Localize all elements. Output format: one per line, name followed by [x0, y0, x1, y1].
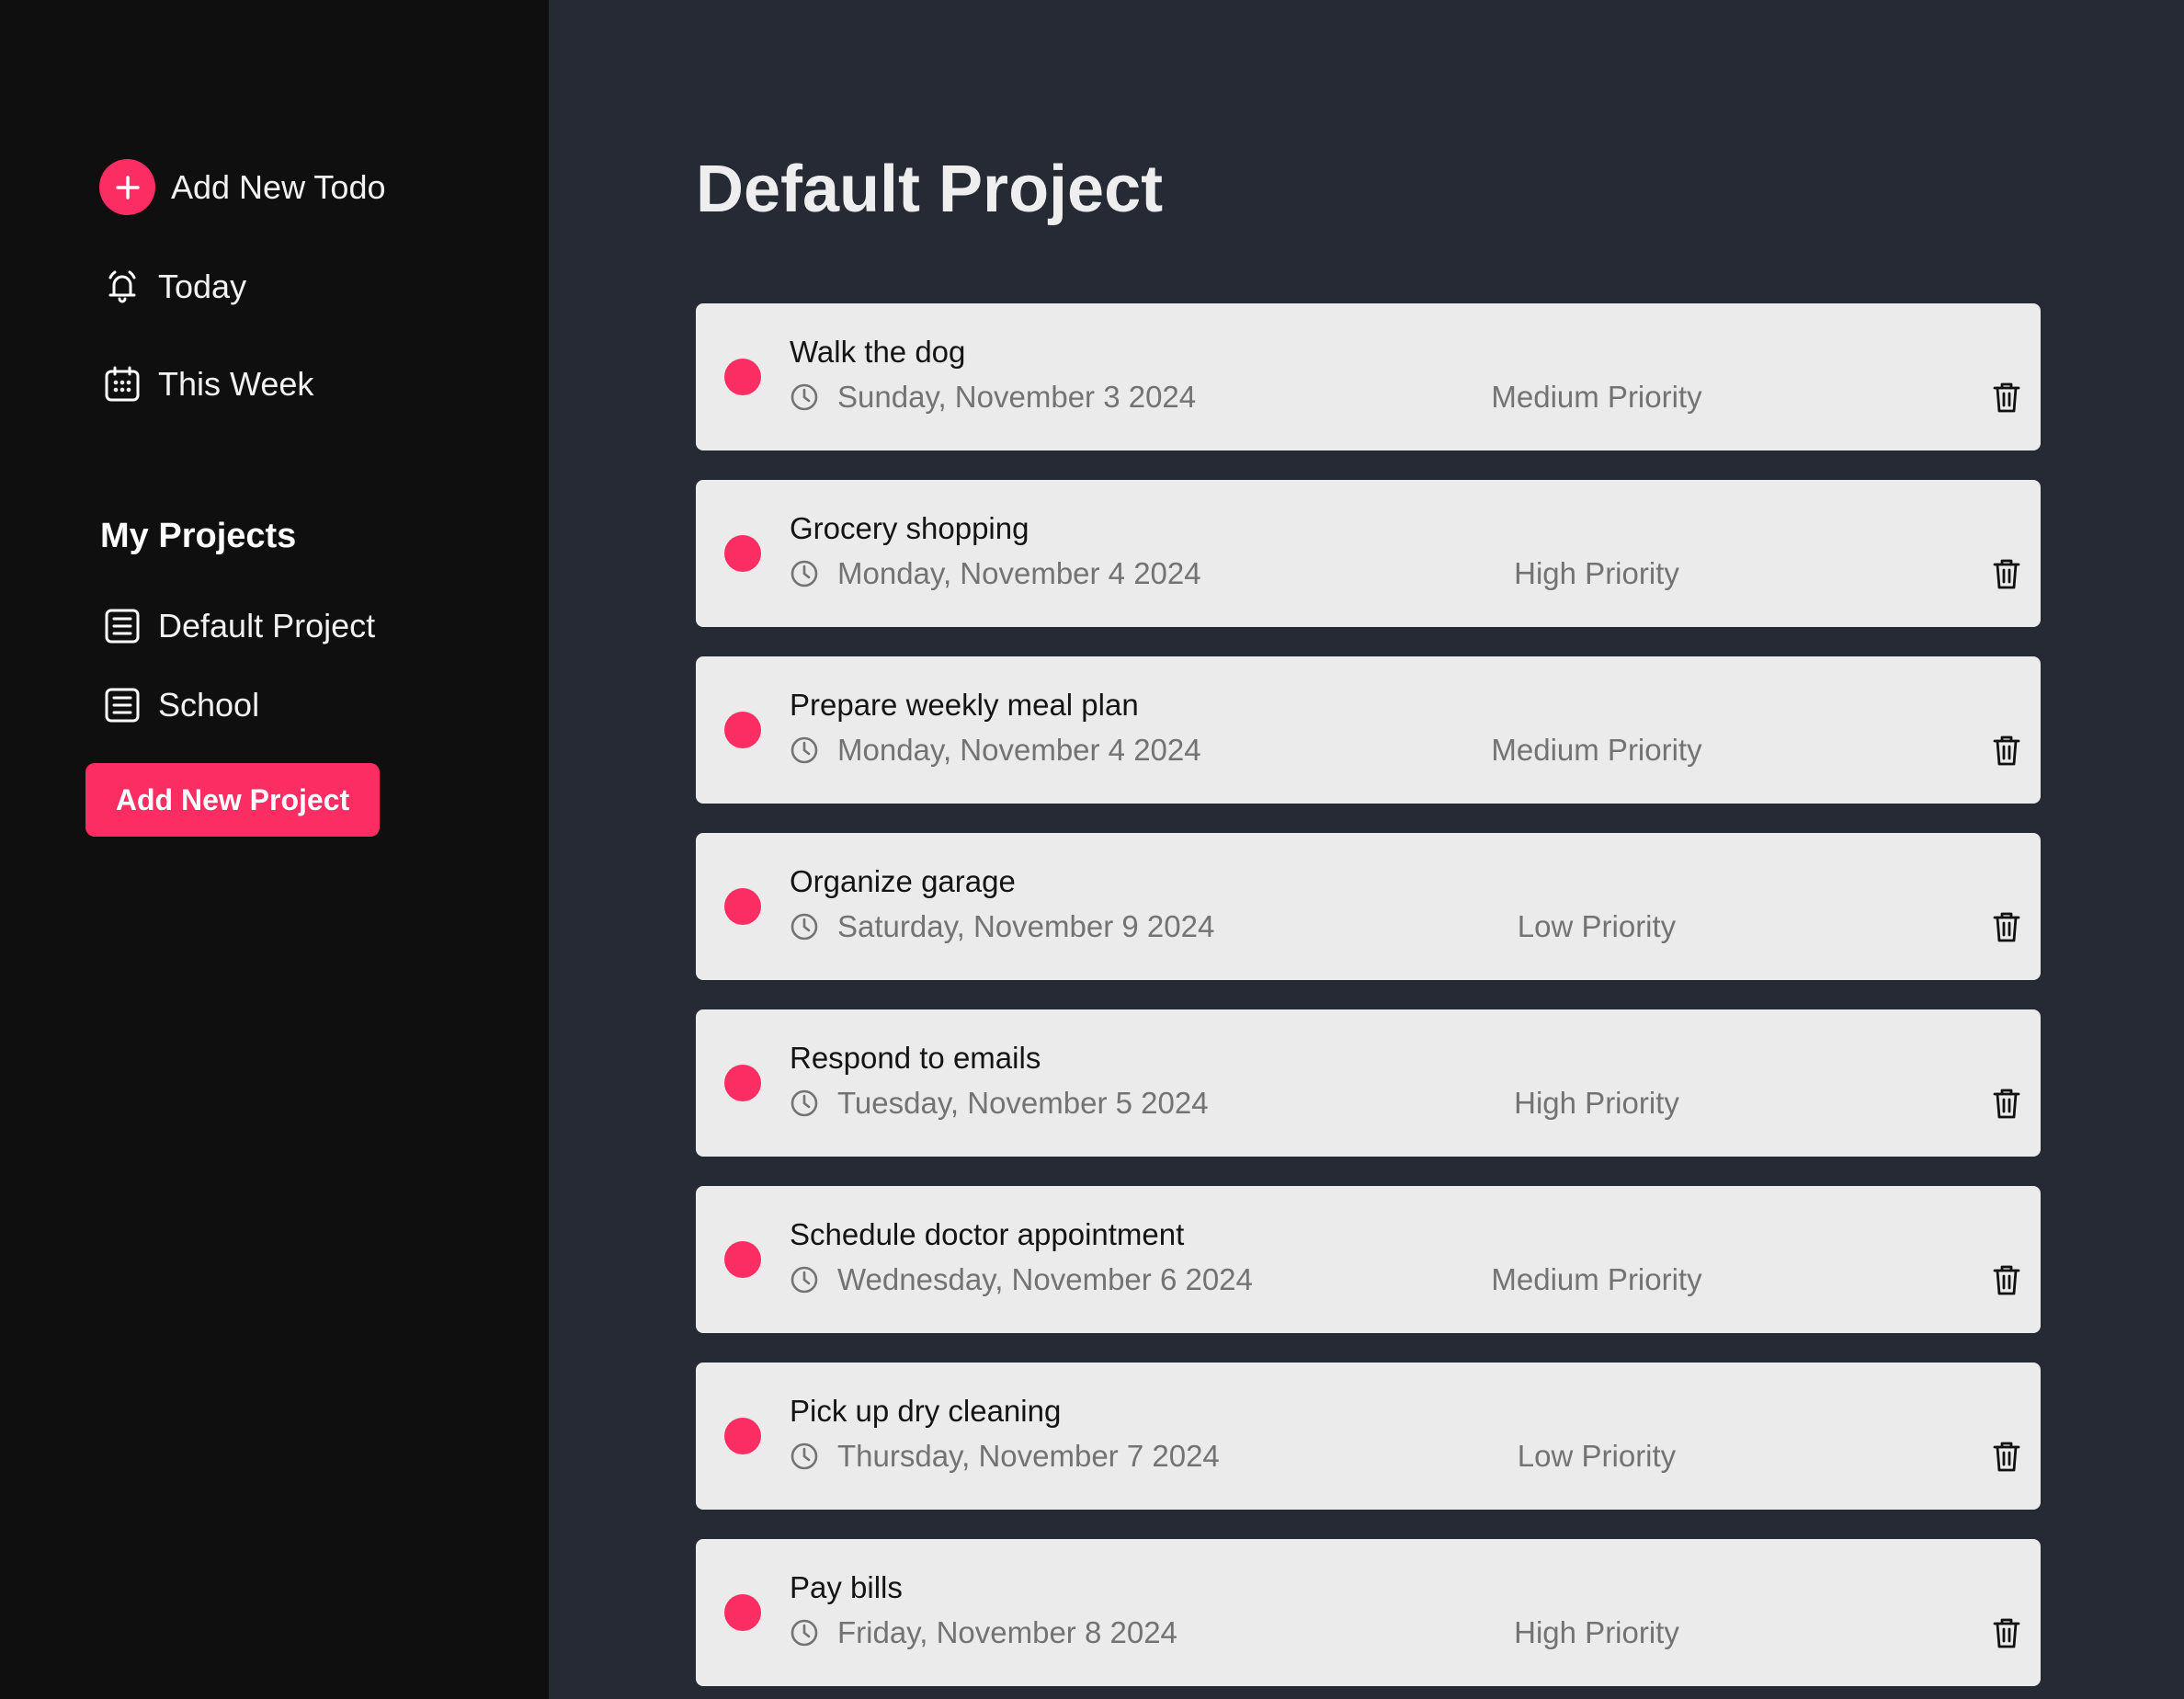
add-new-todo-button[interactable]: Add New Todo: [99, 159, 386, 215]
trash-icon[interactable]: [1992, 381, 2021, 414]
todo-priority: Medium Priority: [1491, 380, 1702, 414]
nav-today-label: Today: [158, 268, 247, 305]
trash-icon[interactable]: [1992, 1263, 2021, 1296]
clock-icon: [790, 1265, 819, 1294]
list-icon: [102, 685, 142, 725]
todo-priority: High Priority: [1514, 1086, 1679, 1120]
todo-list: Walk the dog Sunday, November 3 2024 Mediu…: [696, 303, 2041, 1699]
my-projects-heading: My Projects: [100, 517, 297, 555]
todo-item[interactable]: Organize garage Saturday, November 9 2024…: [696, 833, 2041, 980]
todo-title: Grocery shopping: [790, 511, 1029, 545]
todo-item[interactable]: Prepare weekly meal plan Monday, November…: [696, 656, 2041, 804]
todo-priority: Medium Priority: [1491, 733, 1702, 767]
complete-toggle[interactable]: [724, 535, 761, 572]
page-title: Default Project: [696, 153, 1164, 226]
complete-toggle[interactable]: [724, 1065, 761, 1101]
todo-title: Schedule doctor appointment: [790, 1217, 1185, 1251]
add-new-project-button[interactable]: Add New Project: [85, 763, 380, 837]
todo-priority: High Priority: [1514, 1615, 1679, 1649]
clock-icon: [790, 1618, 819, 1648]
clock-icon: [790, 559, 819, 588]
trash-icon[interactable]: [1992, 1616, 2021, 1649]
todo-item[interactable]: Walk the dog Sunday, November 3 2024 Mediu…: [696, 303, 2041, 450]
app-window: Add New Todo Today This Week My Projects…: [0, 0, 2184, 1699]
todo-priority: High Priority: [1514, 556, 1679, 590]
clock-icon: [790, 1442, 819, 1471]
todo-date: Wednesday, November 6 2024: [837, 1262, 1253, 1296]
sidebar: Add New Todo Today This Week My Projects…: [0, 0, 549, 1699]
todo-title: Organize garage: [790, 864, 1016, 898]
project-item-school[interactable]: School: [102, 685, 259, 725]
todo-date: Tuesday, November 5 2024: [837, 1086, 1209, 1120]
trash-icon[interactable]: [1992, 1087, 2021, 1120]
nav-today[interactable]: Today: [102, 267, 246, 307]
todo-priority: Low Priority: [1517, 909, 1677, 943]
todo-date: Saturday, November 9 2024: [837, 909, 1215, 943]
complete-toggle[interactable]: [724, 1418, 761, 1454]
todo-date: Thursday, November 7 2024: [837, 1439, 1220, 1473]
todo-date: Sunday, November 3 2024: [837, 380, 1197, 414]
complete-toggle[interactable]: [724, 1594, 761, 1631]
trash-icon[interactable]: [1992, 1440, 2021, 1473]
clock-icon: [790, 912, 819, 941]
todo-priority: Medium Priority: [1491, 1262, 1702, 1296]
project-item-label: School: [158, 686, 260, 724]
complete-toggle[interactable]: [724, 359, 761, 395]
todo-title: Walk the dog: [790, 335, 966, 369]
clock-icon: [790, 735, 819, 765]
complete-toggle[interactable]: [724, 1241, 761, 1278]
todo-title: Pay bills: [790, 1570, 903, 1604]
trash-icon[interactable]: [1992, 734, 2021, 767]
plus-circle-icon: [99, 159, 155, 215]
project-item-label: Default Project: [158, 607, 376, 644]
trash-icon[interactable]: [1992, 557, 2021, 590]
todo-item[interactable]: Respond to emails Tuesday, November 5 202…: [696, 1009, 2041, 1157]
todo-priority: Low Priority: [1517, 1439, 1677, 1473]
add-new-todo-label: Add New Todo: [171, 167, 386, 206]
complete-toggle[interactable]: [724, 712, 761, 748]
trash-icon[interactable]: [1992, 910, 2021, 943]
todo-title: Prepare weekly meal plan: [790, 688, 1139, 722]
todo-item[interactable]: Pay bills Friday, November 8 2024 High Pri…: [696, 1539, 2041, 1686]
nav-this-week-label: This Week: [158, 365, 314, 403]
calendar-icon: [102, 364, 142, 405]
todo-date: Monday, November 4 2024: [837, 556, 1201, 590]
todo-item[interactable]: Schedule doctor appointment Wednesday, No…: [696, 1186, 2041, 1333]
nav-this-week[interactable]: This Week: [102, 364, 313, 405]
bell-icon: [102, 267, 142, 307]
todo-date: Friday, November 8 2024: [837, 1615, 1177, 1649]
complete-toggle[interactable]: [724, 888, 761, 925]
clock-icon: [790, 1089, 819, 1118]
todo-item[interactable]: Grocery shopping Monday, November 4 2024 H…: [696, 480, 2041, 627]
todo-title: Pick up dry cleaning: [790, 1394, 1062, 1428]
project-item-default[interactable]: Default Project: [102, 606, 375, 646]
todo-date: Monday, November 4 2024: [837, 733, 1201, 767]
clock-icon: [790, 382, 819, 412]
list-icon: [102, 606, 142, 646]
todo-title: Respond to emails: [790, 1041, 1041, 1075]
todo-item[interactable]: Pick up dry cleaning Thursday, November 7…: [696, 1363, 2041, 1510]
